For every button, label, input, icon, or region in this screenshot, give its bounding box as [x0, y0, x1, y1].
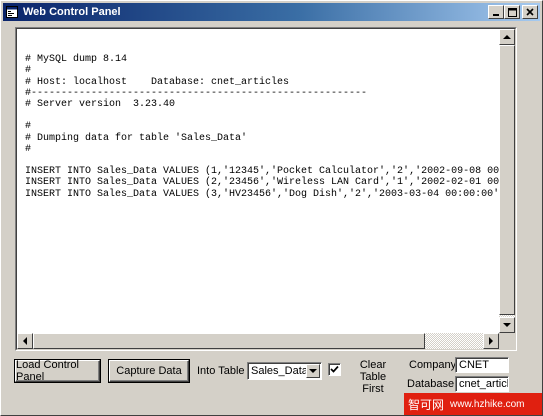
chevron-down-icon [309, 369, 317, 373]
clear-table-first-label[interactable]: Clear Table First [347, 359, 399, 395]
window-title: Web Control Panel [23, 6, 121, 18]
output-line: # Dumping data for table 'Sales_Data' [25, 132, 248, 144]
output-line: # [25, 121, 32, 133]
arrow-left-icon [23, 337, 27, 345]
company-field[interactable]: CNET [455, 357, 509, 373]
into-table-select[interactable]: Sales_Data [247, 362, 322, 380]
web-control-panel-window: Web Control Panel # MySQL dump 8.14 # # Ho… [0, 0, 543, 416]
vertical-scrollbar[interactable] [499, 29, 515, 333]
checkmark-icon [330, 365, 339, 373]
output-line: INSERT INTO Sales_Data VALUES (2,'23456'… [25, 177, 499, 189]
scroll-up-button[interactable] [499, 29, 515, 45]
clear-table-first-checkbox[interactable] [328, 363, 341, 376]
watermark-banner: 智可网 www.hzhike.com [404, 393, 542, 415]
minimize-icon [493, 14, 499, 16]
clear-table-first-label-line2: First [362, 383, 384, 395]
arrow-right-icon [489, 337, 493, 345]
load-control-panel-button[interactable]: Load Control Panel [15, 359, 100, 383]
scroll-down-button[interactable] [499, 317, 515, 333]
clear-table-first-label-line1: Clear Table [359, 359, 387, 383]
watermark-url: www.hzhike.com [450, 398, 525, 410]
sql-dump-output[interactable]: # MySQL dump 8.14 # # Host: localhost Data… [25, 43, 499, 333]
maximize-icon [507, 7, 517, 17]
database-label: Database: [407, 378, 458, 390]
close-button[interactable] [522, 5, 538, 19]
output-line: #---------------------------------------… [25, 87, 368, 99]
dropdown-button[interactable] [306, 364, 320, 378]
database-field[interactable]: cnet_articles [455, 376, 509, 392]
horizontal-scrollbar[interactable] [17, 333, 499, 349]
capture-data-button[interactable]: Capture Data [109, 360, 189, 382]
scroll-right-button[interactable] [483, 333, 499, 349]
output-line: # Server version 3.23.40 [25, 99, 176, 111]
maximize-button[interactable] [504, 5, 520, 19]
output-textarea[interactable]: # MySQL dump 8.14 # # Host: localhost Data… [15, 27, 517, 351]
output-line: INSERT INTO Sales_Data VALUES (1,'12345'… [25, 166, 499, 178]
output-line: # Host: localhost Database: cnet_article… [25, 76, 290, 88]
title-bar[interactable]: Web Control Panel [3, 3, 540, 21]
scroll-left-button[interactable] [17, 333, 33, 349]
company-label: Company: [409, 359, 460, 371]
arrow-up-icon [503, 35, 511, 39]
output-line: # [25, 143, 32, 155]
close-icon [526, 8, 534, 16]
output-line: INSERT INTO Sales_Data VALUES (3,'HV2345… [25, 188, 499, 200]
scrollbar-corner [499, 333, 515, 349]
output-line: # MySQL dump 8.14 [25, 54, 128, 66]
output-line: # [25, 65, 32, 77]
minimize-button[interactable] [488, 5, 504, 19]
arrow-down-icon [503, 323, 511, 327]
vertical-scroll-thumb[interactable] [499, 45, 515, 315]
horizontal-scroll-thumb[interactable] [33, 333, 425, 349]
app-window-icon [5, 5, 19, 19]
watermark-brand: 智可网 [408, 397, 445, 412]
into-table-label: Into Table [197, 365, 245, 377]
into-table-selected-value: Sales_Data [251, 365, 308, 377]
